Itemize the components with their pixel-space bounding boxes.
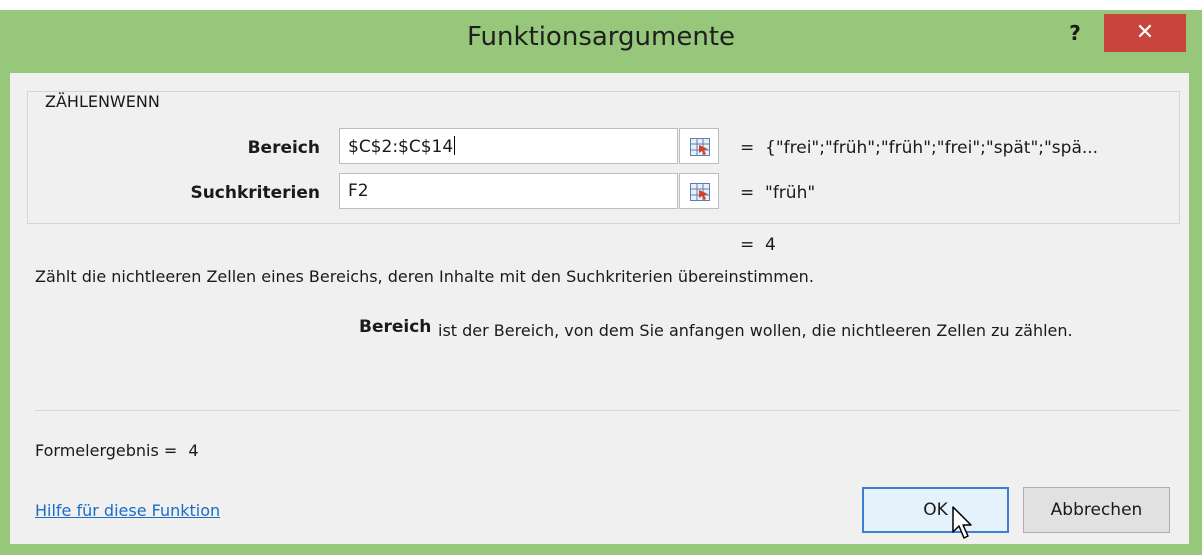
range-select-icon: [690, 138, 710, 156]
separator: [35, 410, 1180, 411]
bereich-equals: =: [740, 138, 755, 158]
suchkriterien-input-value: F2: [348, 181, 369, 201]
cancel-button[interactable]: Abbrechen: [1023, 487, 1170, 533]
suchkriterien-equals: =: [740, 183, 755, 203]
range-select-icon: [690, 183, 710, 201]
close-button[interactable]: ✕: [1104, 14, 1186, 52]
bereich-label: Bereich: [247, 138, 320, 158]
suchkriterien-label: Suchkriterien: [190, 183, 320, 203]
bereich-result: {"frei";"früh";"früh";"frei";"spät";"spä…: [765, 138, 1099, 158]
dialog-title: Funktionsargumente: [466, 22, 736, 52]
suchkriterien-input[interactable]: F2: [339, 173, 678, 209]
mouse-cursor-icon: [952, 506, 972, 539]
argument-description-text: ist der Bereich, von dem Sie anfangen wo…: [438, 321, 1073, 340]
function-description: Zählt die nichtleeren Zellen eines Berei…: [35, 267, 814, 286]
background-strip: [0, 0, 1202, 10]
help-link[interactable]: Hilfe für diese Funktion: [35, 501, 220, 520]
formula-result-label: Formelergebnis =: [35, 441, 178, 460]
function-name: ZÄHLENWENN: [43, 92, 162, 111]
bereich-input[interactable]: $C$2:$C$14: [339, 128, 678, 164]
help-button[interactable]: ?: [1060, 18, 1090, 48]
bereich-collapse-button[interactable]: [679, 128, 719, 164]
text-caret: [454, 136, 456, 155]
suchkriterien-result: "früh": [765, 183, 816, 203]
total-result: 4: [765, 235, 776, 255]
argument-description-name: Bereich: [359, 317, 432, 337]
ok-button[interactable]: OK: [862, 487, 1009, 533]
suchkriterien-collapse-button[interactable]: [679, 173, 719, 209]
bereich-input-value: $C$2:$C$14: [348, 137, 454, 157]
total-equals: =: [740, 235, 755, 255]
formula-result-value: 4: [188, 441, 199, 460]
formula-result: Formelergebnis = 4: [35, 441, 199, 460]
